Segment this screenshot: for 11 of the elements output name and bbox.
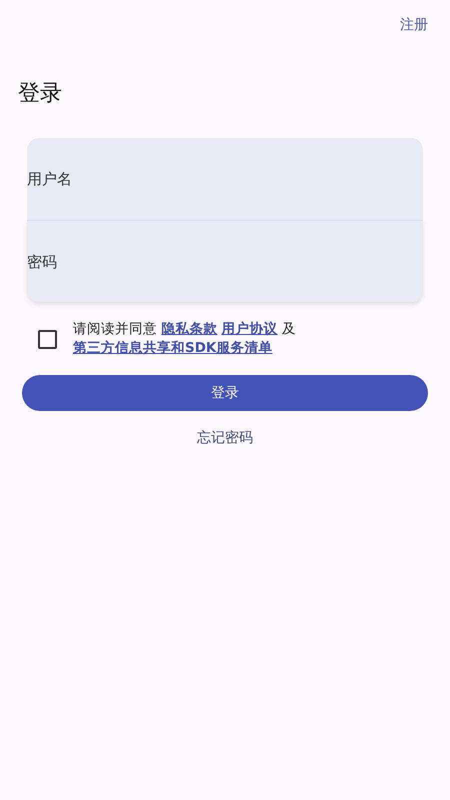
agreement-text: 请阅读并同意 隐私条款 用户协议 及 第三方信息共享和SDK服务清单 [73, 320, 297, 358]
agreement-checkbox[interactable] [38, 330, 57, 348]
agreement-link[interactable]: 隐私条款 [161, 321, 218, 337]
username-field[interactable]: 用户名 [27, 138, 423, 220]
register-link[interactable]: 注册 [400, 16, 428, 34]
agreement-link[interactable]: 第三方信息共享和SDK服务清单 [73, 340, 272, 356]
login-button[interactable]: 登录 [22, 375, 428, 411]
agreement-link[interactable]: 用户协议 [222, 321, 278, 337]
page-title: 登录 [18, 80, 63, 108]
password-field[interactable]: 密码 [27, 220, 423, 302]
forgot-password-link[interactable]: 忘记密码 [197, 429, 253, 447]
